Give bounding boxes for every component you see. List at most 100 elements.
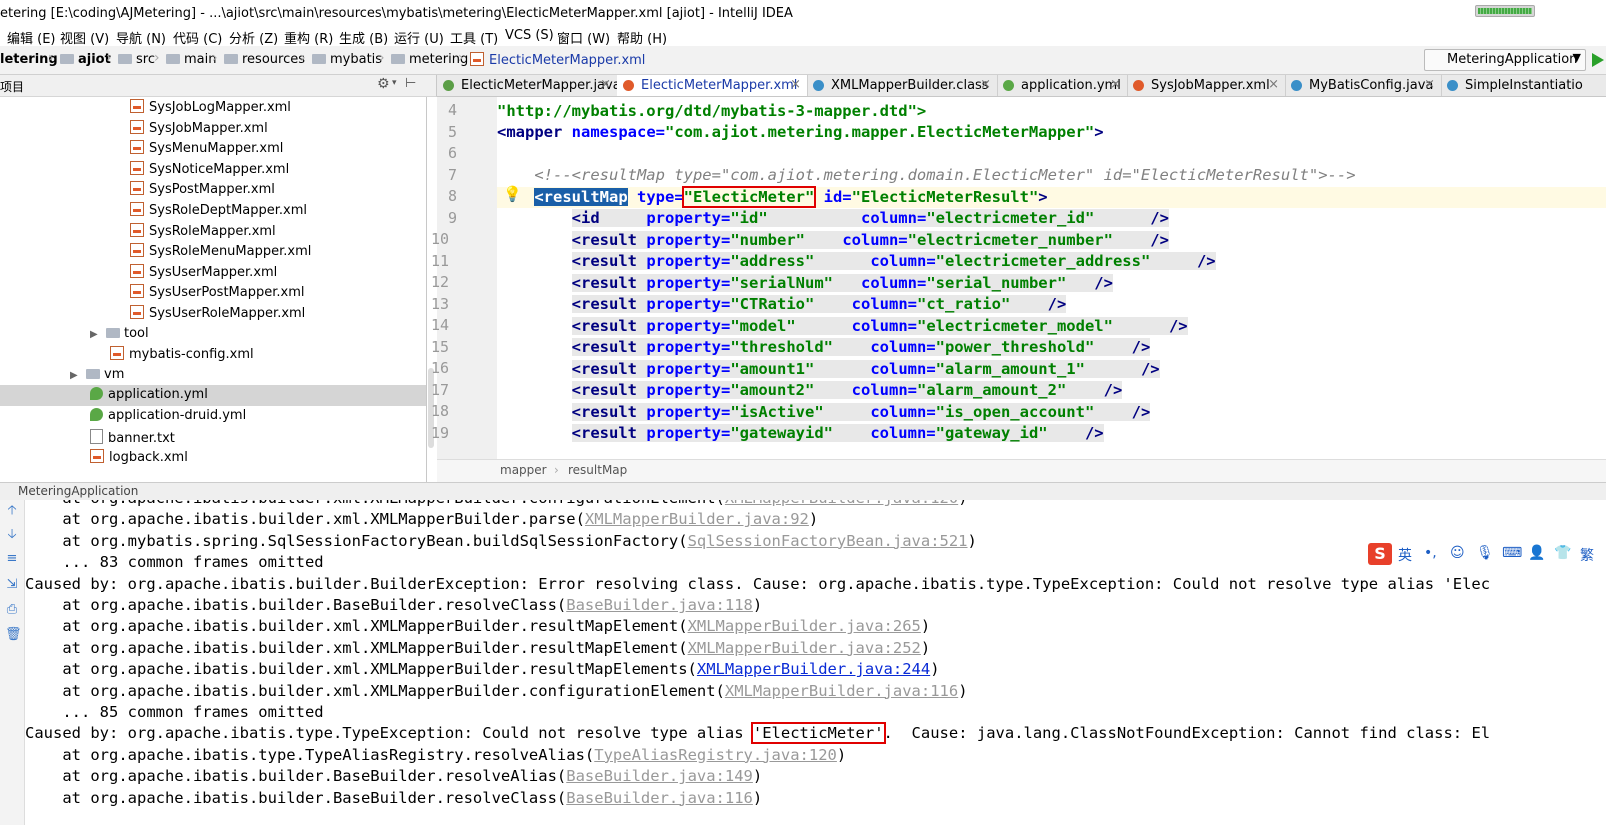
tree-item[interactable]: mybatis-config.xml [0,344,426,365]
expand-arrow-icon[interactable]: ▶ [70,370,86,381]
tree-item[interactable]: SysUserRoleMapper.xml [0,303,426,324]
hide-panel-icon[interactable]: ⊢ [405,76,416,91]
tree-item[interactable]: SysRoleDeptMapper.xml [0,200,426,221]
memory-indicator[interactable] [1475,5,1535,17]
breadcrumb-resultmap[interactable]: resultMap [568,463,627,477]
ime-lang-toggle[interactable]: 英 [1398,545,1412,565]
tree-item[interactable]: application.yml [0,385,426,407]
tree-item-label: SysUserPostMapper.xml [149,285,305,301]
project-panel-title: 项目 [0,80,25,94]
print-icon[interactable]: ⎙ [5,603,19,617]
editor-tab[interactable]: MyBatisConfig.java × [1285,75,1442,96]
arrow-down-icon[interactable]: 🡣 [5,528,19,542]
tree-item[interactable]: logback.xml [0,447,426,468]
tree-item[interactable]: SysUserPostMapper.xml [0,282,426,303]
ime-punct-icon[interactable]: •, [1424,545,1437,561]
gear-icon[interactable]: ⚙ [377,76,390,92]
soft-wrap-icon[interactable]: ≡ [5,552,19,566]
breadcrumb-item-7[interactable]: ElecticMeterMapper.xml [470,52,645,68]
ime-skin-icon[interactable]: 👕 [1554,545,1571,561]
breadcrumb-item-5[interactable]: mybatis [312,52,382,67]
close-icon[interactable]: × [1268,77,1279,92]
stack-trace-link[interactable]: XMLMapperBuilder.java:92 [585,510,809,528]
breadcrumb-item-1[interactable]: ajiot [60,52,111,67]
menu-item-4[interactable]: 分析 (Z) [229,28,278,47]
close-icon[interactable]: × [1110,77,1121,92]
tree-item[interactable]: SysPostMapper.xml [0,179,426,200]
close-icon[interactable]: × [790,77,801,92]
code-line-result: <id property="id" column="electricmeter_… [571,209,1169,227]
stack-trace-link[interactable]: BaseBuilder.java:149 [566,767,753,785]
editor-tab[interactable]: SimpleInstantiatio [1441,75,1606,96]
ime-keyboard-icon[interactable]: ⌨ [1502,545,1522,561]
stack-trace-link[interactable]: XMLMapperBuilder.java:252 [688,639,921,657]
tree-item[interactable]: SysRoleMapper.xml [0,221,426,242]
run-config-label: MeteringApplication [1447,52,1578,67]
console-line: ... 85 common frames omitted [25,703,324,721]
stack-trace-link[interactable]: BaseBuilder.java:116 [566,789,753,807]
menu-item-9[interactable]: VCS (S) [505,28,554,43]
ime-user-icon[interactable]: 👤 [1528,545,1545,561]
tree-item[interactable]: SysRoleMenuMapper.xml [0,241,426,262]
ime-emoji-icon[interactable]: ☺ [1450,545,1465,561]
breadcrumb-item-4[interactable]: resources [224,52,305,67]
scroll-to-end-icon[interactable]: ⇲ [5,578,19,592]
code-editor[interactable]: "http://mybatis.org/dtd/mybatis-3-mapper… [497,97,1606,459]
dropdown-arrow-icon[interactable]: ▾ [392,78,397,88]
close-icon[interactable]: × [1424,77,1435,92]
ime-voice-icon[interactable]: 🎙 [1476,545,1494,561]
expand-arrow-icon[interactable]: ▶ [90,329,106,340]
menu-item-7[interactable]: 运行 (U) [394,28,444,47]
line-number: 4 [447,101,457,119]
editor-tab[interactable]: ElecticMeterMapper.java × [437,75,621,96]
stack-trace-link[interactable]: SqlSessionFactoryBean.java:521 [688,532,968,550]
stack-trace-link[interactable]: XMLMapperBuilder.java:116 [725,682,958,700]
menu-item-0[interactable]: 编辑 (E) [7,28,56,47]
menu-item-1[interactable]: 视图 (V) [60,28,109,47]
tree-item[interactable]: ▶ vm [0,365,426,386]
ime-traditional-toggle[interactable]: 繁 [1580,545,1594,565]
menu-item-5[interactable]: 重构 (R) [284,28,333,47]
stack-trace-link[interactable]: XMLMapperBuilder.java:265 [688,617,921,635]
line-number: 17 [430,380,449,399]
editor-tab[interactable]: SysJobMapper.xml × [1127,75,1286,96]
tree-item[interactable]: SysJobMapper.xml [0,118,426,139]
ime-toolbar[interactable]: S 英 •, ☺ 🎙 ⌨ 👤 👕 繁 [1368,543,1606,567]
tree-item[interactable]: SysJobLogMapper.xml [0,97,426,118]
run-icon[interactable] [1592,53,1604,67]
menu-item-11[interactable]: 帮助 (H) [617,28,667,47]
file-type-icon [1003,80,1014,91]
sogou-logo-icon[interactable]: S [1368,543,1392,565]
close-icon[interactable]: × [980,77,991,92]
menu-item-8[interactable]: 工具 (T) [450,28,498,47]
menu-item-10[interactable]: 窗口 (W) [557,28,610,47]
breadcrumb-mapper[interactable]: mapper [500,463,547,477]
menu-item-2[interactable]: 导航 (N) [116,28,166,47]
file-type-icon [623,80,634,91]
tree-item[interactable]: SysNoticeMapper.xml [0,159,426,180]
stack-trace-link[interactable]: XMLMapperBuilder.java:120 [725,500,958,507]
stack-trace-link[interactable]: TypeAliasRegistry.java:120 [594,746,837,764]
tree-item[interactable]: SysMenuMapper.xml [0,138,426,159]
run-configuration-select[interactable]: MeteringApplication ▼ [1424,49,1586,71]
editor-tab[interactable]: XMLMapperBuilder.class × [807,75,998,96]
tree-item[interactable]: SysUserMapper.xml [0,262,426,283]
breadcrumb-item-2[interactable]: src [118,52,155,67]
close-icon[interactable]: × [600,77,611,92]
run-tab-label[interactable]: MeteringApplication [18,484,138,498]
tree-item[interactable]: application-druid.yml [0,406,426,427]
breadcrumb-item-3[interactable]: main [166,52,216,67]
stack-trace-link[interactable]: XMLMapperBuilder.java:244 [697,660,930,678]
intention-bulb-icon[interactable]: 💡 [503,185,522,203]
tree-item[interactable]: banner.txt [0,427,426,448]
arrow-up-icon[interactable]: 🡡 [5,504,19,518]
breadcrumb-separator: › [458,50,464,66]
trash-icon[interactable]: 🗑 [5,628,22,642]
breadcrumb-item-6[interactable]: metering [391,52,468,67]
stack-trace-link[interactable]: BaseBuilder.java:118 [566,596,753,614]
editor-tab[interactable]: application.yml × [997,75,1128,96]
editor-tab[interactable]: ElecticMeterMapper.xml × [617,75,808,96]
menu-item-3[interactable]: 代码 (C) [173,28,222,47]
tree-item[interactable]: ▶ tool [0,324,426,345]
menu-item-6[interactable]: 生成 (B) [339,28,388,47]
